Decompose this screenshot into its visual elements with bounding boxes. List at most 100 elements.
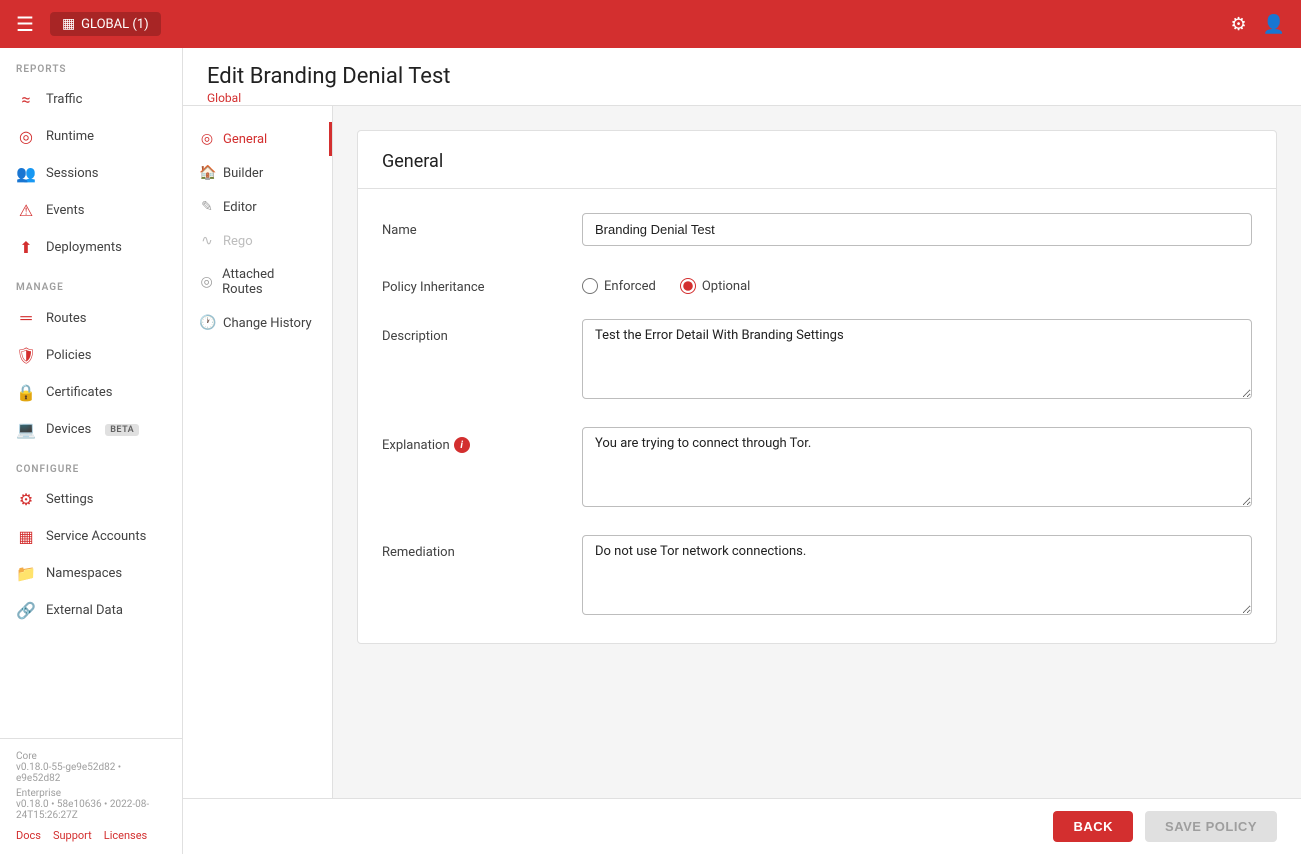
routes-icon: ═	[16, 308, 36, 328]
page-title: Edit Branding Denial Test	[207, 64, 1277, 89]
sidebar-item-traffic[interactable]: ≈ Traffic	[0, 81, 182, 118]
settings-icon[interactable]: ⚙	[1230, 14, 1246, 35]
sidebar-item-label: Sessions	[46, 166, 99, 181]
remediation-label: Remediation	[382, 535, 582, 560]
policies-icon: 🛡	[16, 346, 36, 365]
explanation-textarea[interactable]	[582, 427, 1252, 507]
sub-nav-label: Editor	[223, 200, 257, 215]
sub-nav-item-rego[interactable]: ∿ Rego	[183, 224, 332, 258]
reports-section-label: REPORTS	[0, 48, 182, 81]
sidebar-item-label: Certificates	[46, 385, 112, 400]
sidebar-footer: Core v0.18.0-55-ge9e52d82 • e9e52d82 Ent…	[0, 738, 182, 854]
description-label: Description	[382, 319, 582, 344]
sidebar-item-label: Settings	[46, 492, 93, 507]
bottom-bar: BACK SAVE POLICY	[183, 798, 1301, 854]
sidebar-item-events[interactable]: ⚠ Events	[0, 192, 182, 229]
optional-radio[interactable]	[680, 278, 696, 294]
remediation-textarea[interactable]	[582, 535, 1252, 615]
explanation-info-icon[interactable]: i	[454, 437, 470, 453]
remediation-field	[582, 535, 1252, 619]
explanation-row: Explanation i	[382, 427, 1252, 511]
sidebar-item-label: Routes	[46, 311, 86, 326]
description-textarea[interactable]	[582, 319, 1252, 399]
footer-links: Docs Support Licenses	[16, 829, 166, 842]
sidebar-item-external-data[interactable]: 🔗 External Data	[0, 592, 182, 629]
name-input[interactable]	[582, 213, 1252, 246]
editor-icon: ✎	[199, 199, 215, 215]
sidebar-item-sessions[interactable]: 👥 Sessions	[0, 155, 182, 192]
back-button[interactable]: BACK	[1053, 811, 1133, 842]
sessions-icon: 👥	[16, 164, 36, 183]
sidebar-item-namespaces[interactable]: 📁 Namespaces	[0, 555, 182, 592]
sidebar-item-runtime[interactable]: ◎ Runtime	[0, 118, 182, 155]
manage-section-label: MANAGE	[0, 266, 182, 299]
sidebar-item-policies[interactable]: 🛡 Policies	[0, 337, 182, 374]
sidebar-item-settings[interactable]: ⚙ Settings	[0, 481, 182, 518]
sidebar-item-label: Events	[46, 203, 84, 218]
sub-nav-label: Change History	[223, 316, 312, 331]
sub-nav-item-general[interactable]: ◎ General	[183, 122, 332, 156]
form-card-body: Name Policy Inheritance Enforc	[358, 189, 1276, 643]
enforced-option[interactable]: Enforced	[582, 278, 656, 294]
name-row: Name	[382, 213, 1252, 246]
service-accounts-icon: ▦	[16, 527, 36, 546]
brand-icon: ▦	[62, 16, 75, 32]
explanation-label-with-icon: Explanation i	[382, 437, 582, 453]
policy-inheritance-label: Policy Inheritance	[382, 270, 582, 295]
rego-icon: ∿	[199, 233, 215, 249]
enforced-label: Enforced	[604, 279, 656, 294]
hamburger-icon[interactable]: ☰	[16, 12, 34, 36]
explanation-label: Explanation i	[382, 427, 582, 453]
sub-nav-label: Attached Routes	[222, 267, 313, 297]
save-policy-button[interactable]: SAVE POLICY	[1145, 811, 1277, 842]
licenses-link[interactable]: Licenses	[104, 829, 147, 842]
sub-nav-item-editor[interactable]: ✎ Editor	[183, 190, 332, 224]
builder-icon: 🏠	[199, 165, 215, 181]
sidebar-item-service-accounts[interactable]: ▦ Service Accounts	[0, 518, 182, 555]
sidebar-item-devices[interactable]: 💻 Devices BETA	[0, 411, 182, 448]
sub-nav-label: General	[223, 132, 267, 147]
sidebar-item-certificates[interactable]: 🔒 Certificates	[0, 374, 182, 411]
topbar: ☰ ▦ GLOBAL (1) ⚙ 👤	[0, 0, 1301, 48]
brand-label: GLOBAL (1)	[81, 17, 148, 32]
main-layout: REPORTS ≈ Traffic ◎ Runtime 👥 Sessions ⚠…	[0, 48, 1301, 854]
namespaces-icon: 📁	[16, 564, 36, 583]
user-icon[interactable]: 👤	[1263, 14, 1285, 35]
sub-nav-item-attached-routes[interactable]: ◎ Attached Routes	[183, 258, 332, 306]
description-field	[582, 319, 1252, 403]
attached-routes-icon: ◎	[199, 274, 214, 290]
enforced-radio[interactable]	[582, 278, 598, 294]
sub-nav-label: Rego	[223, 234, 253, 249]
external-data-icon: 🔗	[16, 601, 36, 620]
optional-option[interactable]: Optional	[680, 278, 750, 294]
beta-badge: BETA	[105, 424, 139, 436]
certificates-icon: 🔒	[16, 383, 36, 402]
sidebar-item-label: Namespaces	[46, 566, 122, 581]
topbar-brand[interactable]: ▦ GLOBAL (1)	[50, 12, 161, 36]
sub-nav-item-change-history[interactable]: 🕐 Change History	[183, 306, 332, 340]
sidebar-item-label: Policies	[46, 348, 91, 363]
name-field	[582, 213, 1252, 246]
traffic-icon: ≈	[16, 90, 36, 109]
explanation-field	[582, 427, 1252, 511]
breadcrumb: Global	[207, 91, 1277, 105]
sidebar-item-routes[interactable]: ═ Routes	[0, 299, 182, 337]
sub-nav-item-builder[interactable]: 🏠 Builder	[183, 156, 332, 190]
form-area: General Name Policy Inheritance	[333, 106, 1301, 798]
docs-link[interactable]: Docs	[16, 829, 41, 842]
topbar-right: ⚙ 👤	[1230, 14, 1285, 35]
configure-section-label: CONFIGURE	[0, 448, 182, 481]
policy-inheritance-field: Enforced Optional	[582, 270, 1252, 294]
sidebar-item-deployments[interactable]: ⬆ Deployments	[0, 229, 182, 266]
content-area: Edit Branding Denial Test Global ◎ Gener…	[183, 48, 1301, 854]
sub-nav-label: Builder	[223, 166, 263, 181]
support-link[interactable]: Support	[53, 829, 92, 842]
sidebar-item-label: Service Accounts	[46, 529, 146, 544]
form-card-general: General Name Policy Inheritance	[357, 130, 1277, 644]
explanation-label-text: Explanation	[382, 438, 450, 453]
name-label: Name	[382, 213, 582, 238]
core-version: v0.18.0-55-ge9e52d82 • e9e52d82	[16, 762, 166, 784]
sidebar-item-label: Runtime	[46, 129, 94, 144]
sidebar-item-label: Deployments	[46, 240, 122, 255]
sub-nav: ◎ General 🏠 Builder ✎ Editor ∿ Rego ◎	[183, 106, 333, 798]
